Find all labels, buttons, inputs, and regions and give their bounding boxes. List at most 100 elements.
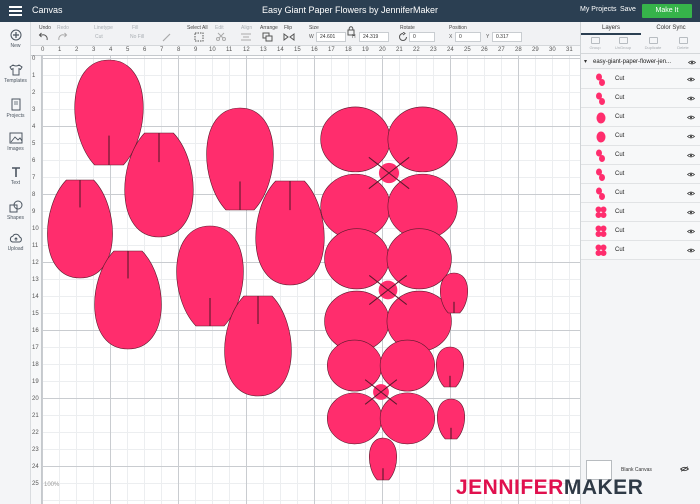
rotate-icon[interactable] [397,32,409,42]
ruler-top-tick: 24 [447,47,454,53]
templates-tool-label: Templates [4,78,27,84]
save-link[interactable]: Save [620,6,636,13]
ruler-top-tick: 7 [160,47,164,53]
eye-icon[interactable] [688,60,696,65]
select-all-icon[interactable] [193,32,205,42]
flower-shape-large[interactable] [320,106,458,240]
linetype-value[interactable]: Cut [95,34,103,40]
small-petal-shape[interactable] [440,272,468,314]
redo-icon[interactable] [56,32,68,42]
ungroup-action[interactable]: UnGroup [611,37,635,50]
petal-shape[interactable] [206,107,274,211]
layer-name: Cut [615,95,625,101]
ruler-top-tick: 25 [464,47,471,53]
ruler-top-tick: 11 [226,47,233,53]
group-action[interactable]: Group [583,37,607,50]
upload-tool[interactable]: Upload [0,233,31,252]
duplicate-icon [648,37,658,44]
text-tool[interactable]: Text [0,166,31,186]
new-tool[interactable]: New [0,29,31,49]
eye-icon[interactable] [687,153,695,158]
layer-row[interactable]: Cut [581,70,700,89]
layer-row[interactable]: Cut [581,108,700,127]
shapes-tool[interactable]: Shapes [0,200,31,221]
templates-tool[interactable]: Templates [0,64,31,84]
tshirt-icon [8,64,23,76]
eye-icon[interactable] [687,229,695,234]
ruler-left-tick: 12 [32,260,39,266]
eye-icon[interactable] [687,134,695,139]
ruler-left-tick: 4 [32,124,36,130]
eye-icon[interactable] [687,210,695,215]
small-petal-shape[interactable] [436,346,464,388]
flower-shape-medium[interactable] [324,228,452,352]
layer-row[interactable]: Cut [581,127,700,146]
pen-icon[interactable] [161,32,173,42]
rotate-input[interactable]: 0 [409,32,435,42]
hamburger-menu-icon[interactable] [9,6,22,16]
tab-layers[interactable]: Layers [581,22,641,35]
scissors-icon[interactable] [215,32,227,42]
ruler-top-tick: 4 [109,47,113,53]
layer-row[interactable]: Cut [581,241,700,260]
delete-action[interactable]: Delete [671,37,695,50]
top-ruler: 0 1 2 3 4 5 6 7 8 9 10 11 12 13 14 15 16 17 18 19 20 21 22 23 24… [31,46,580,56]
delete-action-label: Delete [677,45,689,50]
projects-tool[interactable]: Projects [0,98,31,119]
undo-icon[interactable] [38,32,50,42]
duplicate-action[interactable]: Duplicate [641,37,665,50]
width-input[interactable]: 24.601 [316,32,346,42]
ungroup-action-label: UnGroup [614,45,632,50]
petal-shape[interactable] [47,179,113,279]
petal-shape[interactable] [94,250,162,350]
petal-shape[interactable] [255,180,325,286]
ruler-left-tick: 14 [32,294,39,300]
small-petal-shape[interactable] [369,437,397,481]
small-petal-shape[interactable] [437,398,465,440]
layer-row[interactable]: Cut [581,203,700,222]
ruler-left-tick: 9 [32,209,36,215]
layer-group-row[interactable]: ▾ easy-giant-paper-flower-jen... [581,55,700,69]
images-tool[interactable]: Images [0,132,31,152]
design-canvas[interactable] [42,56,580,504]
align-icon[interactable] [240,32,252,42]
petal-shape[interactable] [74,59,144,166]
linetype-label: Linetype [94,25,113,31]
fill-value[interactable]: No Fill [130,34,144,40]
collapse-caret-icon[interactable]: ▾ [584,58,587,65]
flower-shape-small[interactable] [327,339,435,445]
height-input[interactable]: 24.319 [359,32,389,42]
canvas-label: Canvas [32,5,63,15]
ruler-top-tick: 15 [294,47,301,53]
text-tool-label: Text [10,180,21,186]
layer-row[interactable]: Cut [581,184,700,203]
eye-icon[interactable] [687,96,695,101]
ruler-top-tick: 18 [345,47,352,53]
tab-color-sync[interactable]: Color Sync [641,22,700,35]
petal-shape[interactable] [124,132,194,238]
eye-icon[interactable] [687,191,695,196]
eye-icon[interactable] [687,172,695,177]
eye-icon[interactable] [687,77,695,82]
arrange-icon[interactable] [262,32,274,42]
y-position-input[interactable]: 0.317 [492,32,522,42]
zoom-level[interactable]: 100% [44,482,59,488]
eye-icon[interactable] [687,248,695,253]
ruler-top-tick: 26 [481,47,488,53]
layer-row[interactable]: Cut [581,222,700,241]
blank-canvas-swatch[interactable] [586,460,612,480]
petal-shape[interactable] [224,295,292,397]
eye-hidden-icon[interactable] [680,466,689,472]
flip-icon[interactable] [283,32,295,42]
x-position-input[interactable]: 0 [455,32,481,42]
upload-tool-label: Upload [7,246,24,252]
my-projects-link[interactable]: My Projects [580,6,617,13]
petal-artwork[interactable] [42,56,580,504]
ruler-top-tick: 21 [396,47,403,53]
ruler-top-tick: 17 [328,47,335,53]
eye-icon[interactable] [687,115,695,120]
layer-row[interactable]: Cut [581,89,700,108]
layer-row[interactable]: Cut [581,165,700,184]
make-it-button[interactable]: Make It [642,4,692,18]
layer-row[interactable]: Cut [581,146,700,165]
